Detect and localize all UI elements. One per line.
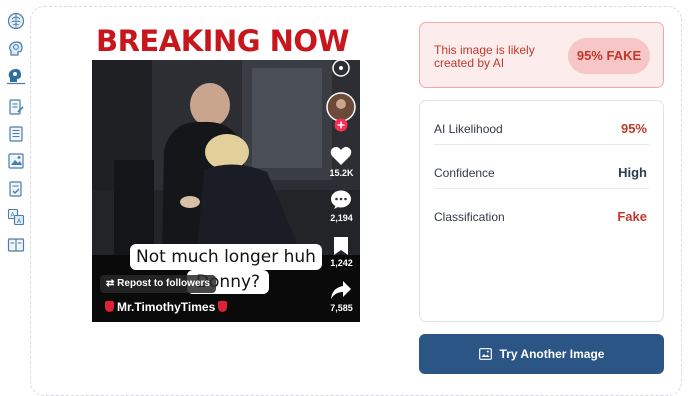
- heart-icon[interactable]: [330, 146, 352, 166]
- share-count: 7,585: [330, 303, 353, 313]
- social-rail: 15.2K 2,194 1,242 7,585: [323, 22, 360, 322]
- result-message: This image is likely created by AI: [434, 43, 535, 70]
- shield-icon: [218, 301, 228, 312]
- caption-line-1: Not much longer huh: [130, 244, 322, 270]
- bookmark-icon[interactable]: [333, 236, 349, 256]
- reader-icon[interactable]: [7, 236, 25, 254]
- document-edit-icon[interactable]: [7, 98, 25, 116]
- stat-value: Fake: [617, 209, 647, 224]
- stat-label: Classification: [434, 210, 505, 224]
- save-count: 1,242: [330, 258, 353, 268]
- comment-icon[interactable]: [330, 190, 352, 210]
- banner-text: BREAKING NOW: [96, 24, 350, 58]
- analysis-stats-card: AI Likelihood 95% Confidence High Classi…: [419, 100, 664, 322]
- stat-row-classification: Classification Fake: [434, 193, 649, 233]
- try-another-label: Try Another Image: [499, 347, 605, 361]
- try-another-image-button[interactable]: Try Another Image: [419, 334, 664, 374]
- image-document-icon[interactable]: [7, 152, 25, 170]
- analyzed-image-preview: BREAKING NOW Not much longer huh Donny? …: [92, 22, 360, 322]
- image-upload-icon: [478, 348, 492, 360]
- stat-row-ai-likelihood: AI Likelihood 95%: [434, 105, 649, 145]
- stat-label: AI Likelihood: [434, 122, 503, 136]
- brain-profile-icon[interactable]: [7, 40, 25, 58]
- like-count: 15.2K: [329, 168, 354, 178]
- stat-value: High: [618, 165, 647, 180]
- photo-scene: [92, 60, 360, 255]
- comment-count: 2,194: [330, 213, 353, 223]
- brain-icon[interactable]: [7, 12, 25, 30]
- document-check-icon[interactable]: [7, 180, 25, 198]
- author-name: Mr.TimothyTimes: [117, 300, 216, 314]
- share-icon[interactable]: [330, 280, 352, 300]
- stat-row-confidence: Confidence High: [434, 149, 649, 189]
- stat-label: Confidence: [434, 166, 495, 180]
- follow-plus-icon[interactable]: [334, 118, 348, 132]
- brain-scan-icon[interactable]: [7, 67, 25, 85]
- shield-icon: [105, 301, 114, 312]
- repost-label: Repost to followers: [117, 278, 210, 289]
- breaking-news-banner: BREAKING NOW: [92, 22, 360, 60]
- author-handle: Mr.TimothyTimes: [102, 300, 230, 314]
- repost-button[interactable]: ⇄ Repost to followers: [100, 275, 216, 293]
- stat-value: 95%: [620, 121, 647, 136]
- audio-icon[interactable]: [331, 58, 351, 78]
- sidebar: AA: [0, 0, 30, 382]
- fake-score-badge: 95% FAKE: [568, 38, 650, 74]
- document-list-icon[interactable]: [7, 125, 25, 143]
- result-alert: This image is likely created by AI 95% F…: [419, 22, 664, 88]
- translate-icon[interactable]: AA: [7, 208, 25, 226]
